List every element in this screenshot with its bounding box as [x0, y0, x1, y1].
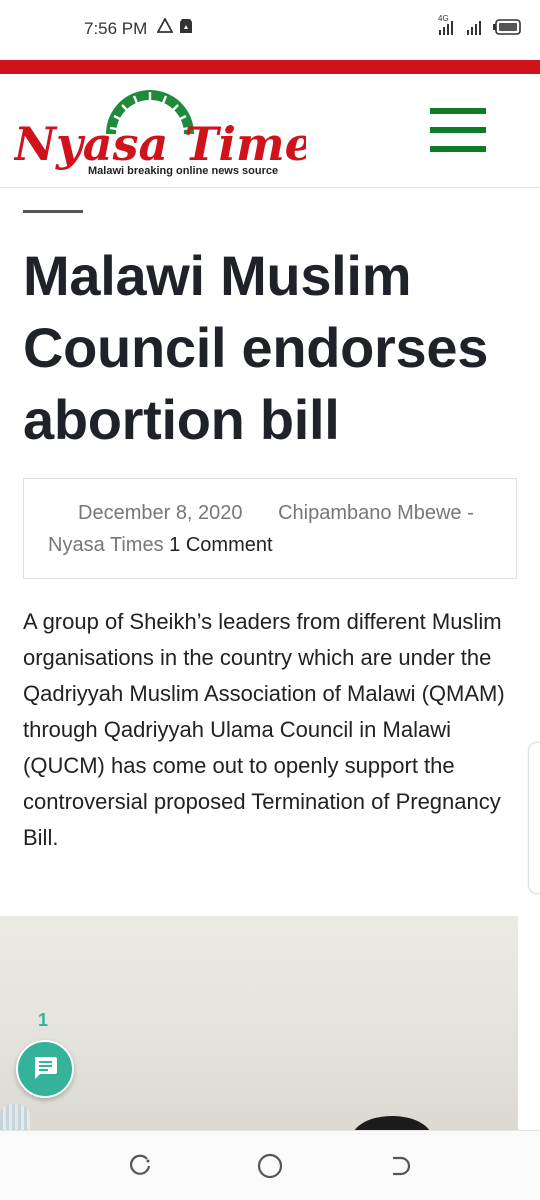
article-meta: December 8, 2020 Chipambano Mbewe - Nyas…	[23, 478, 517, 579]
article-body: A group of Sheikh’s leaders from differe…	[23, 609, 505, 850]
status-bar: 7:56 PM 4G	[0, 0, 540, 60]
svg-text:Malawi breaking online news so: Malawi breaking online news source	[88, 165, 278, 177]
status-time: 7:56 PM	[84, 19, 148, 38]
image-detail	[0, 1104, 30, 1130]
status-icons-left	[156, 17, 193, 39]
menu-bar	[430, 127, 486, 133]
comments-link[interactable]: 1 Comment	[169, 534, 272, 556]
home-icon[interactable]	[255, 1151, 285, 1181]
back-icon[interactable]	[385, 1151, 415, 1181]
status-icons-right: 4G	[438, 14, 522, 41]
comments-button[interactable]	[16, 1040, 74, 1098]
article-image	[0, 916, 518, 1130]
image-detail	[352, 1116, 432, 1130]
system-nav-bar	[0, 1130, 540, 1200]
signal-icon	[466, 18, 486, 41]
title-divider	[23, 210, 83, 213]
svg-text:Nyasa Times: Nyasa Times	[14, 117, 306, 171]
recent-apps-icon[interactable]	[125, 1151, 155, 1181]
hamburger-menu-icon[interactable]	[430, 108, 486, 152]
signal-icon: 4G	[438, 14, 460, 41]
side-panel-handle[interactable]	[528, 742, 540, 894]
brand-red-bar	[0, 60, 540, 74]
comment-count: 1	[38, 1010, 49, 1030]
network-type-label: 4G	[438, 14, 449, 23]
chat-bubble-icon	[31, 1053, 59, 1086]
site-logo[interactable]: Nyasa Times Malawi breaking online news …	[12, 88, 340, 180]
storage-icon	[179, 18, 193, 39]
warning-triangle-icon	[156, 17, 174, 39]
site-header: Nyasa Times Malawi breaking online news …	[0, 74, 540, 188]
article-title: Malawi Muslim Council endorses abortion …	[23, 244, 489, 451]
menu-bar	[430, 146, 486, 152]
menu-bar	[430, 108, 486, 114]
article-date: December 8, 2020	[78, 502, 243, 524]
battery-icon	[492, 18, 522, 41]
